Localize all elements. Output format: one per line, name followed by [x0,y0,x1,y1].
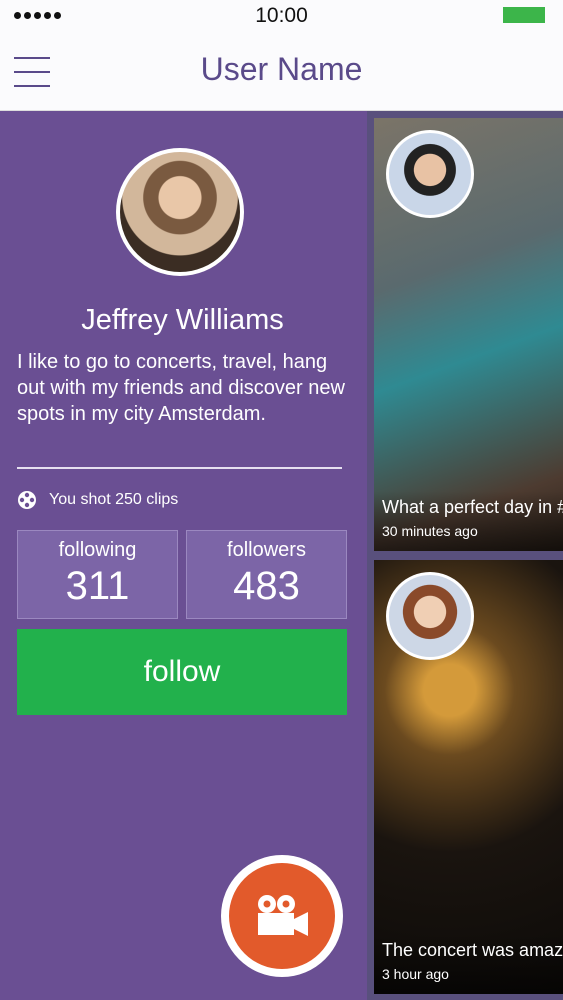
profile-name: Jeffrey Williams [81,304,284,336]
card-title: The concert was amazi [382,940,563,960]
status-bar: 10:00 [0,0,563,32]
card-timestamp: 3 hour ago [382,966,449,982]
follow-button[interactable]: follow [17,629,347,715]
clips-count: You shot 250 clips [17,489,178,511]
page-title: User Name [200,51,363,87]
navigation-bar: User Name [0,32,563,111]
divider [17,467,342,469]
record-button[interactable] [221,855,343,977]
battery-icon [503,7,545,23]
status-time: 10:00 [255,4,308,27]
card-caption: What a perfect day in # 30 minutes ago [374,491,563,551]
profile-bio: I like to go to concerts, travel, hang o… [17,351,345,425]
card-timestamp: 30 minutes ago [382,523,478,539]
following-count: 311 [65,564,130,608]
feed-card[interactable]: What a perfect day in # 30 minutes ago [374,118,563,551]
followers-stat[interactable]: followers 483 [186,530,347,619]
followers-count: 483 [233,564,300,608]
avatar[interactable] [386,130,474,218]
card-title: What a perfect day in # [382,497,563,517]
avatar [116,148,244,276]
film-reel-icon [18,491,36,509]
profile-panel: Jeffrey Williams I like to go to concert… [0,111,365,1000]
clips-text: You shot 250 clips [49,491,179,508]
feed-card[interactable]: The concert was amazi 3 hour ago [374,560,563,994]
avatar[interactable] [386,572,474,660]
followers-label: followers [227,539,306,561]
following-label: following [58,539,137,561]
following-stat[interactable]: following 311 [17,530,178,619]
card-caption: The concert was amazi 3 hour ago [374,934,563,994]
video-camera-icon [258,895,308,936]
feed-list: What a perfect day in # 30 minutes ago T… [367,111,563,1000]
